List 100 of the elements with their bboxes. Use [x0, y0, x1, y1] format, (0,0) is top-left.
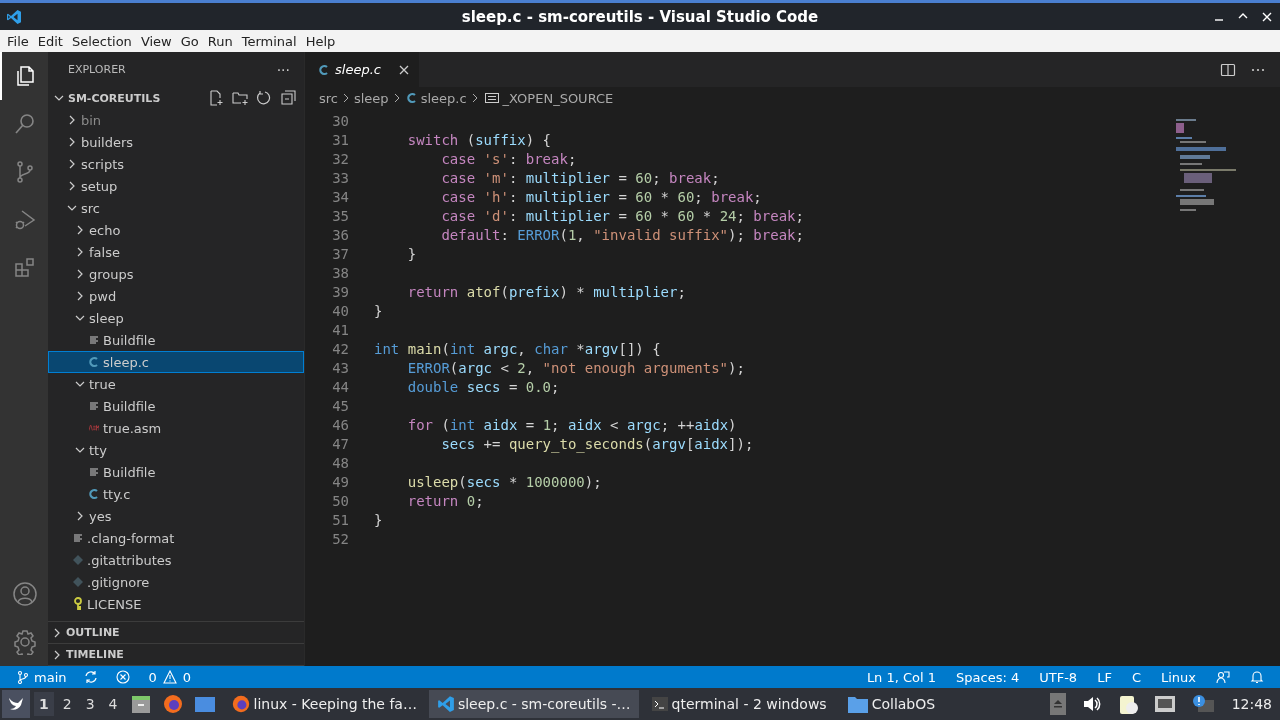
status-item[interactable]: LF [1097, 669, 1112, 685]
line-number: 40 [331, 302, 349, 319]
panel-section-header[interactable]: OUTLINE [48, 622, 304, 644]
code-line: } [406, 245, 417, 262]
firefox-icon[interactable] [161, 693, 184, 715]
breadcrumb-item[interactable]: src [319, 90, 338, 106]
line-number: 52 [331, 530, 349, 547]
line-number: 32 [331, 150, 349, 167]
breadcrumb-item[interactable]: _XOPEN_SOURCE [502, 90, 614, 106]
warning-count[interactable]: 0 [182, 669, 192, 685]
tree-item[interactable]: .gitignore [48, 571, 304, 593]
line-number: 44 [331, 378, 349, 395]
tree-item[interactable]: sleep [48, 307, 304, 329]
tree-item[interactable]: true [48, 373, 304, 395]
branch-icon [16, 670, 30, 684]
tree-item[interactable]: Buildfile [48, 461, 304, 483]
menu-item[interactable]: Run [206, 33, 239, 49]
search-icon[interactable] [13, 112, 37, 136]
tree-item[interactable]: tty.c [48, 483, 304, 505]
tree-item[interactable]: groups [48, 263, 304, 285]
menu-item[interactable]: Go [179, 33, 205, 49]
taskbar-window-button[interactable]: linux - Keeping the fa… [222, 690, 425, 718]
taskbar-window-button[interactable]: CollabOS [838, 690, 944, 718]
tree-item[interactable]: builders [48, 131, 304, 153]
more-actions-button[interactable]: ··· [276, 61, 290, 78]
workspace-button[interactable]: 1 [34, 692, 54, 716]
explorer-title: EXPLORER [68, 63, 126, 76]
warning-icon [162, 670, 177, 684]
tree-item[interactable]: false [48, 241, 304, 263]
tree-item[interactable]: src [48, 197, 304, 219]
error-count[interactable]: 0 [148, 669, 157, 685]
tree-item[interactable]: Buildfile [48, 329, 304, 351]
tree-item[interactable]: pwd [48, 285, 304, 307]
taskbar-window-button[interactable]: sleep.c - sm-coreutils -… [428, 690, 639, 718]
line-number: 41 [331, 321, 349, 338]
branch-name[interactable]: main [34, 669, 67, 685]
collapse-all-icon[interactable] [280, 90, 296, 106]
status-item[interactable]: C [1131, 669, 1141, 685]
eject-icon[interactable] [1049, 693, 1066, 715]
new-folder-icon[interactable] [232, 90, 248, 106]
status-item[interactable]: Ln 1, Col 1 [866, 669, 937, 685]
code-line: } [374, 302, 383, 319]
volume-icon[interactable] [1081, 695, 1102, 713]
chevron-down-icon[interactable] [54, 93, 64, 103]
workspace-button[interactable]: 3 [80, 692, 100, 716]
tree-item[interactable]: bin [48, 109, 304, 131]
clipboard-icon[interactable] [1117, 693, 1138, 715]
editor-tab[interactable]: sleep.c [305, 52, 419, 87]
tree-item[interactable]: tty [48, 439, 304, 461]
tree-item[interactable]: setup [48, 175, 304, 197]
bell-icon[interactable] [1250, 670, 1264, 684]
breadcrumb-item[interactable]: sleep.c [420, 90, 467, 106]
tree-item[interactable]: true.asm [48, 417, 304, 439]
run-debug-icon[interactable] [13, 208, 37, 232]
c-file-icon [89, 488, 99, 500]
c-file-icon [319, 63, 329, 76]
settings-icon[interactable] [12, 629, 38, 655]
close-icon[interactable] [398, 64, 409, 75]
status-item[interactable]: UTF-8 [1039, 669, 1078, 685]
tree-item[interactable]: .gitattributes [48, 549, 304, 571]
menu-item[interactable]: Edit [36, 33, 69, 49]
tree-item[interactable]: yes [48, 505, 304, 527]
tree-item[interactable]: LICENSE [48, 593, 304, 615]
code-line: switch (suffix) { [406, 131, 552, 148]
menu-item[interactable]: File [6, 33, 35, 49]
line-number: 47 [331, 435, 349, 452]
tree-item[interactable]: sleep.c [48, 351, 304, 373]
extensions-icon[interactable] [13, 256, 37, 280]
line-number: 43 [331, 359, 349, 376]
refresh-icon[interactable] [256, 90, 272, 106]
taskbar-window-button[interactable]: qterminal - 2 windows [642, 690, 835, 718]
lines-icon [73, 533, 83, 543]
line-number: 48 [331, 454, 349, 471]
folder-name[interactable]: SM-COREUTILS [68, 91, 161, 105]
code-line: return 0; [406, 492, 484, 509]
menu-item[interactable]: Help [304, 33, 342, 49]
notification-icon[interactable] [1191, 694, 1214, 714]
status-item[interactable]: Spaces: 4 [956, 669, 1020, 685]
file-cabinet-icon[interactable] [129, 693, 152, 715]
code-line: double secs = 0.0; [406, 378, 560, 395]
menu-item[interactable]: View [139, 33, 178, 49]
tree-item[interactable]: Buildfile [48, 395, 304, 417]
feedback-icon[interactable] [1216, 670, 1230, 684]
tree-item[interactable]: echo [48, 219, 304, 241]
workspace-button[interactable]: 4 [103, 692, 123, 716]
sync-icon[interactable] [84, 670, 99, 684]
menu-item[interactable]: Terminal [240, 33, 303, 49]
code-line: case 'h': multiplier = 60 * 60; break; [440, 188, 762, 205]
new-file-icon[interactable] [208, 90, 224, 106]
account-icon[interactable] [12, 581, 38, 607]
start-menu-button[interactable] [2, 690, 30, 718]
line-number: 36 [331, 226, 349, 243]
workspace-button[interactable]: 2 [57, 692, 77, 716]
split-editor-icon[interactable] [1220, 61, 1236, 78]
status-item[interactable]: Linux [1160, 669, 1196, 685]
breadcrumb-item[interactable]: sleep [354, 90, 389, 106]
tree-item[interactable]: .clang-format [48, 527, 304, 549]
code-line: case 'd': multiplier = 60 * 60 * 24; break; [440, 207, 804, 224]
tree-item[interactable]: scripts [48, 153, 304, 175]
menu-item[interactable]: Selection [70, 33, 138, 49]
